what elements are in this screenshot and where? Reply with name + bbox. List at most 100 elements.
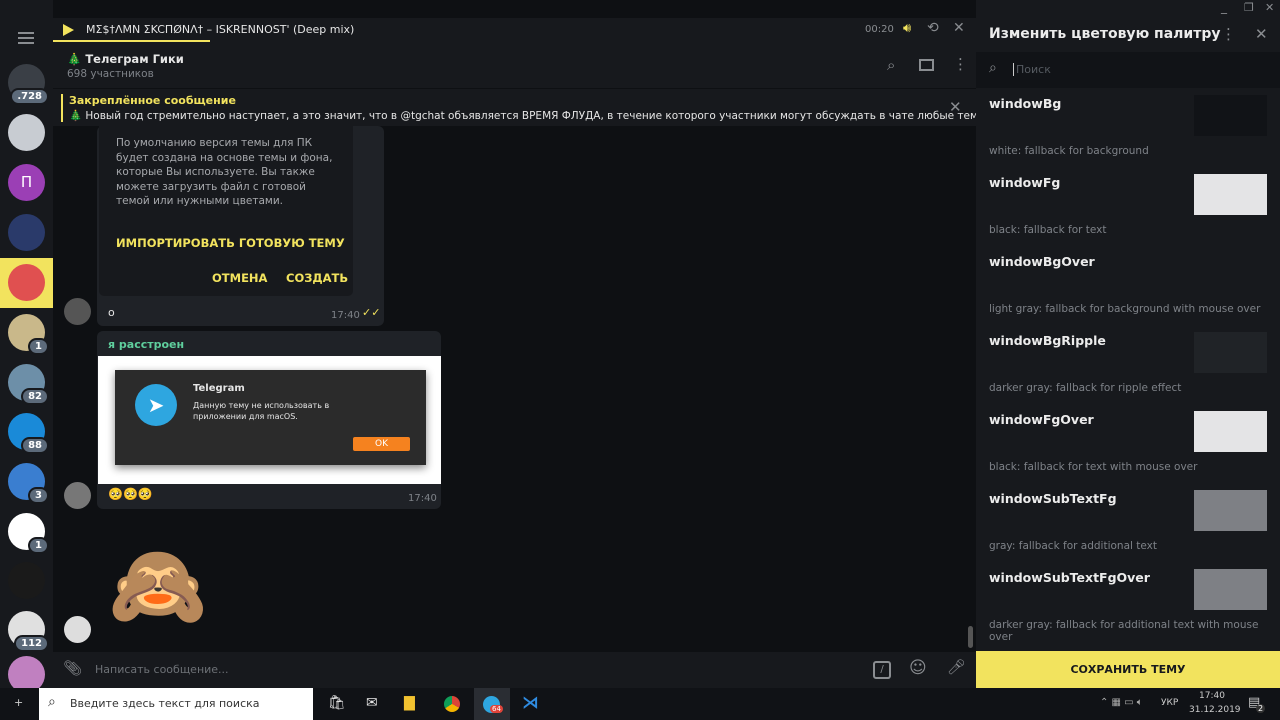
mail-icon[interactable]: ✉ xyxy=(366,695,378,711)
chat-avatar[interactable] xyxy=(8,562,45,599)
read-check-icon: ✓✓ xyxy=(362,306,381,319)
color-swatch[interactable] xyxy=(1194,174,1267,215)
color-swatch[interactable] xyxy=(1194,411,1267,452)
search-icon: ⌕ xyxy=(989,60,997,76)
avatar[interactable] xyxy=(64,298,91,325)
commands-icon[interactable]: / xyxy=(873,661,891,679)
color-swatch[interactable] xyxy=(1194,569,1267,610)
store-icon[interactable]: 🛍︎ xyxy=(328,695,346,711)
telegram-logo-icon: ➤ xyxy=(135,384,177,426)
color-description: light gray: fallback for background with… xyxy=(989,303,1261,315)
message-caption: о xyxy=(108,306,115,319)
alert-text: Данную тему не использовать в приложении… xyxy=(193,401,330,421)
unread-badge: 112 xyxy=(14,635,49,652)
clock-time[interactable]: 17:40 xyxy=(1199,691,1225,701)
attach-icon[interactable]: 📎︎ xyxy=(63,659,82,677)
menu-icon[interactable] xyxy=(18,32,34,44)
chat-avatar[interactable] xyxy=(8,214,45,251)
color-swatch[interactable] xyxy=(1194,253,1267,294)
telegram-task-button[interactable]: 64 xyxy=(474,688,510,720)
palette-row[interactable]: windowFg black: fallback for text xyxy=(976,167,1280,246)
color-swatch[interactable] xyxy=(1194,490,1267,531)
sidebar-toggle-icon[interactable] xyxy=(919,59,934,71)
create-button[interactable]: СОЗДАТЬ xyxy=(286,271,348,285)
taskbar-search[interactable]: ⌕ Введите здесь текст для поиска xyxy=(39,688,313,720)
scrollbar[interactable] xyxy=(968,626,973,648)
chat-avatar[interactable]: П xyxy=(8,164,45,201)
message-input[interactable]: Написать сообщение... xyxy=(95,663,229,676)
message-bubble: По умолчанию версия темы для ПК будет со… xyxy=(97,126,384,326)
clock-date[interactable]: 31.12.2019 xyxy=(1189,705,1241,715)
avatar[interactable] xyxy=(64,482,91,509)
chrome-icon[interactable] xyxy=(444,696,460,712)
photo[interactable]: ➤ Telegram Данную тему не использовать в… xyxy=(98,356,441,484)
emoji-icon[interactable]: ☺ xyxy=(909,658,927,678)
color-swatch[interactable] xyxy=(1194,95,1267,136)
taskbar: + ⌕ Введите здесь текст для поиска 🛍︎ ✉ … xyxy=(0,688,1280,720)
tray-icons[interactable]: ⌃ ▦ ▭ 🔈︎ xyxy=(1100,697,1143,708)
taskbar-search-input[interactable]: Введите здесь текст для поиска xyxy=(70,697,260,710)
palette-row[interactable]: windowSubTextFg gray: fallback for additi… xyxy=(976,483,1280,562)
search-field[interactable]: ⌕ Поиск xyxy=(976,52,1280,88)
compose-bar: 📎︎ Написать сообщение... / ☺ 🎤︎ xyxy=(53,652,976,688)
palette-row[interactable]: windowBgOver light gray: fallback for bac… xyxy=(976,246,1280,325)
chat-avatar[interactable]: 82 xyxy=(8,364,49,405)
pinned-text: 🎄 Новый год стремительно наступает, а эт… xyxy=(69,110,1036,122)
language-indicator[interactable]: УКР xyxy=(1161,698,1178,708)
microphone-icon[interactable]: 🎤︎ xyxy=(947,658,966,676)
save-theme-button[interactable]: СОХРАНИТЬ ТЕМУ xyxy=(976,651,1280,688)
sticker[interactable]: 🙈 xyxy=(108,538,208,633)
more-icon[interactable]: ⋮ xyxy=(953,55,968,73)
color-description: black: fallback for text with mouse over xyxy=(989,461,1198,473)
chat-subtitle: 698 участников xyxy=(67,68,154,80)
color-key: windowFg xyxy=(989,175,1061,190)
message-time: 17:40 xyxy=(408,493,437,504)
sender-name[interactable]: я расстроен xyxy=(108,338,184,351)
color-key: windowSubTextFg xyxy=(989,491,1117,506)
chat-avatar[interactable]: 3 xyxy=(8,463,49,504)
chat-avatar[interactable]: 1 xyxy=(8,314,49,355)
close-pinned-icon[interactable]: ✕ xyxy=(949,98,962,116)
palette-row[interactable]: windowSubTextFgOver darker gray: fallback… xyxy=(976,562,1280,643)
repeat-icon[interactable]: ⟲ xyxy=(927,20,939,36)
chat-title[interactable]: 🎄 Телеграм Гики xyxy=(67,52,184,66)
restore-icon[interactable]: ❐ xyxy=(1244,1,1254,14)
cancel-button[interactable]: ОТМЕНА xyxy=(212,271,267,285)
play-icon[interactable] xyxy=(63,24,74,36)
panel-title: Изменить цветовую палитру xyxy=(989,26,1221,42)
start-icon[interactable]: + xyxy=(14,696,23,709)
chat-avatar[interactable]: 1 xyxy=(8,513,49,554)
unread-badge: 3 xyxy=(28,487,49,504)
chat-list-sidebar: .728 П 1 82 88 3 1 112 xyxy=(0,0,53,693)
more-icon[interactable]: ⋮ xyxy=(1221,25,1236,43)
volume-icon[interactable]: 🔊︎ xyxy=(903,21,911,36)
avatar[interactable] xyxy=(64,616,91,643)
color-description: darker gray: fallback for additional tex… xyxy=(989,619,1259,643)
palette-row[interactable]: windowBg white: fallback for background xyxy=(976,88,1280,167)
palette-row[interactable]: windowFgOver black: fallback for text wit… xyxy=(976,404,1280,483)
color-swatch[interactable] xyxy=(1194,332,1267,373)
chat-avatar[interactable]: .728 xyxy=(8,64,49,105)
close-window-icon[interactable]: ✕ xyxy=(1265,1,1274,14)
explorer-icon[interactable]: ▇ xyxy=(404,695,415,711)
color-description: white: fallback for background xyxy=(989,145,1149,157)
minimize-icon[interactable]: _ xyxy=(1221,0,1227,14)
color-key: windowFgOver xyxy=(989,412,1094,427)
vscode-icon[interactable]: ⋊ xyxy=(522,693,539,713)
close-panel-icon[interactable]: ✕ xyxy=(1255,25,1268,43)
close-player-icon[interactable]: ✕ xyxy=(953,20,965,36)
pinned-message[interactable]: Закреплённое сообщение 🎄 Новый год стрем… xyxy=(53,88,1035,126)
dialog-text: По умолчанию версия темы для ПК будет со… xyxy=(116,137,333,207)
chat-avatar[interactable] xyxy=(8,264,45,301)
search-icon[interactable]: ⌕ xyxy=(887,56,895,74)
chat-avatar[interactable]: 112 xyxy=(8,611,49,652)
import-theme-button[interactable]: ИМПОРТИРОВАТЬ ГОТОВУЮ ТЕМУ xyxy=(116,236,345,250)
color-description: gray: fallback for additional text xyxy=(989,540,1157,552)
search-input[interactable]: Поиск xyxy=(1013,63,1051,76)
color-description: black: fallback for text xyxy=(989,224,1107,236)
chat-avatar[interactable]: 88 xyxy=(8,413,49,454)
chat-avatar[interactable] xyxy=(8,114,45,151)
color-key: windowBgOver xyxy=(989,254,1095,269)
pinned-label: Закреплённое сообщение xyxy=(69,94,236,107)
palette-row[interactable]: windowBgRipple darker gray: fallback for … xyxy=(976,325,1280,404)
